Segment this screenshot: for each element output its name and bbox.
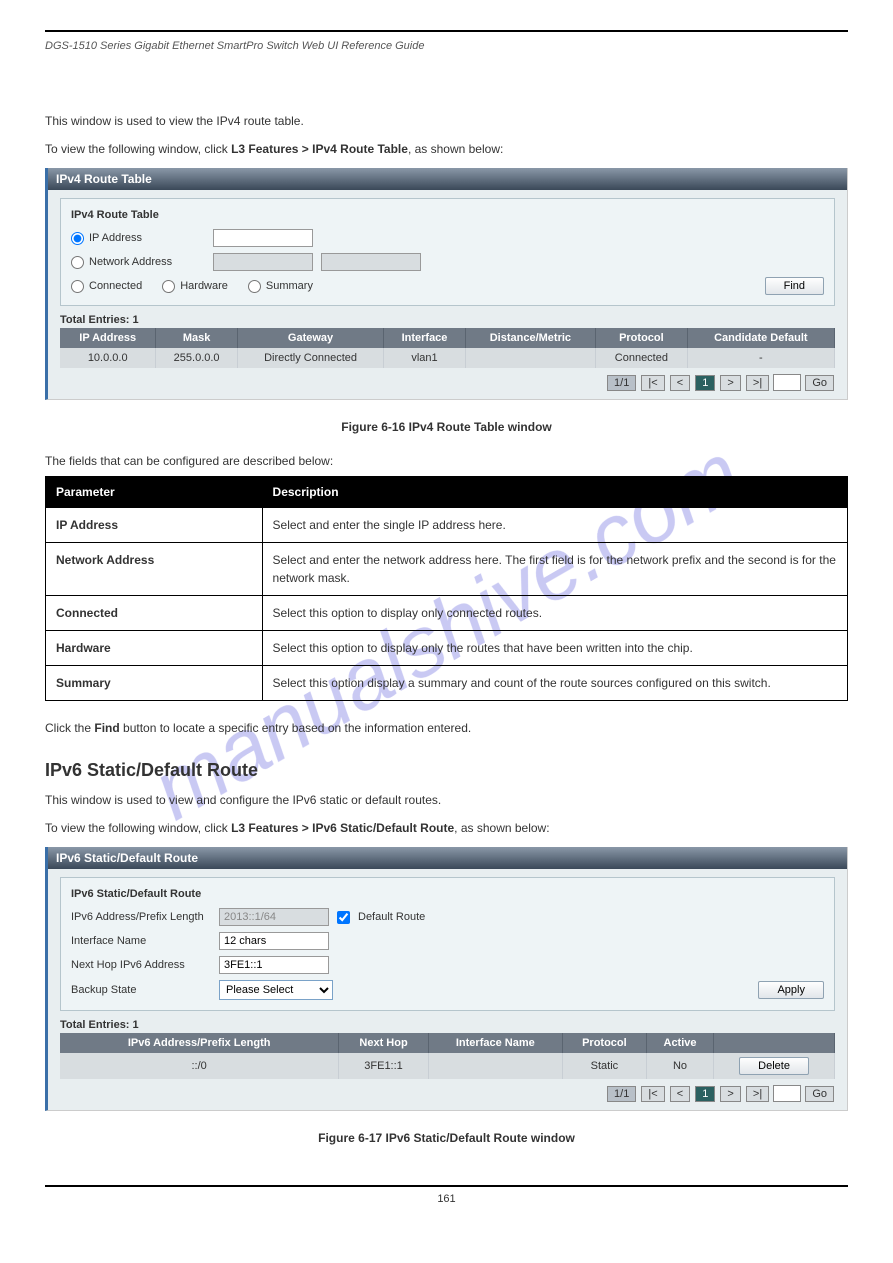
pager-page-input[interactable] [773, 374, 801, 391]
apply-button[interactable]: Apply [758, 981, 824, 999]
pager-next-icon[interactable]: > [720, 375, 740, 391]
pager-last-icon[interactable]: >| [746, 1086, 769, 1102]
pager-last-icon[interactable]: >| [746, 375, 769, 391]
panel1-fieldset: IPv4 Route Table IP Address Network Addr… [60, 198, 835, 306]
next-hop-input[interactable] [219, 956, 329, 974]
backup-state-select[interactable]: Please Select [219, 980, 333, 1000]
figure1-caption: Figure 6-16 IPv4 Route Table window [45, 420, 848, 434]
radio-hardware[interactable] [162, 280, 175, 293]
ipv4-route-panel: IPv4 Route Table IPv4 Route Table IP Add… [45, 168, 848, 400]
radio-network-address[interactable] [71, 256, 84, 269]
panel1-pager: 1/1 |< < 1 > >| Go [60, 374, 835, 391]
pager-pages: 1/1 [607, 375, 636, 391]
intro-desc: This window is used to view the IPv4 rou… [45, 112, 848, 130]
ipv6-address-input[interactable] [219, 908, 329, 926]
panel1-title: IPv4 Route Table [48, 168, 847, 190]
delete-button[interactable]: Delete [739, 1057, 809, 1075]
table-header-row: IP Address Mask Gateway Interface Distan… [60, 328, 835, 348]
network-prefix-input[interactable] [213, 253, 313, 271]
page-number: 161 [45, 1187, 848, 1205]
ipv6-route-table: IPv6 Address/Prefix Length Next Hop Inte… [60, 1033, 835, 1079]
pager-page-input[interactable] [773, 1085, 801, 1102]
network-mask-input[interactable] [321, 253, 421, 271]
section2-title: IPv6 Static/Default Route [45, 760, 848, 781]
interface-name-input[interactable] [219, 932, 329, 950]
pager-next-icon[interactable]: > [720, 1086, 740, 1102]
ip-address-input[interactable] [213, 229, 313, 247]
pager-go-button[interactable]: Go [805, 375, 834, 391]
table-header-row: IPv6 Address/Prefix Length Next Hop Inte… [60, 1033, 835, 1053]
panel1-total: Total Entries: 1 [60, 314, 835, 326]
panel1-legend: IPv4 Route Table [71, 209, 824, 221]
pager-current[interactable]: 1 [695, 1086, 715, 1102]
intro-nav: To view the following window, click L3 F… [45, 140, 848, 158]
panel2-fieldset: IPv6 Static/Default Route IPv6 Address/P… [60, 877, 835, 1011]
panel2-legend: IPv6 Static/Default Route [71, 888, 824, 900]
pager-current[interactable]: 1 [695, 375, 715, 391]
pager-first-icon[interactable]: |< [641, 375, 664, 391]
panel2-pager: 1/1 |< < 1 > >| Go [60, 1085, 835, 1102]
page-header: DGS-1510 Series Gigabit Ethernet SmartPr… [45, 40, 848, 52]
pager-go-button[interactable]: Go [805, 1086, 834, 1102]
pager-pages: 1/1 [607, 1086, 636, 1102]
pager-prev-icon[interactable]: < [670, 375, 690, 391]
header-rule [45, 30, 848, 32]
pager-prev-icon[interactable]: < [670, 1086, 690, 1102]
ipv4-route-table: IP Address Mask Gateway Interface Distan… [60, 328, 835, 368]
parameter-table: ParameterDescription IP AddressSelect an… [45, 476, 848, 701]
figure2-caption: Figure 6-17 IPv6 Static/Default Route wi… [45, 1131, 848, 1145]
header-left: DGS-1510 Series Gigabit Ethernet SmartPr… [45, 40, 424, 52]
radio-summary[interactable] [248, 280, 261, 293]
find-button[interactable]: Find [765, 277, 824, 295]
section2-desc: This window is used to view and configur… [45, 791, 848, 809]
section2-nav: To view the following window, click L3 F… [45, 819, 848, 837]
default-route-checkbox[interactable] [337, 911, 350, 924]
panel2-total: Total Entries: 1 [60, 1019, 835, 1031]
radio-connected[interactable] [71, 280, 84, 293]
pager-first-icon[interactable]: |< [641, 1086, 664, 1102]
panel2-title: IPv6 Static/Default Route [48, 847, 847, 869]
find-note: Click the Find button to locate a specif… [45, 721, 848, 735]
radio-ip-address[interactable] [71, 232, 84, 245]
ipv6-route-panel: IPv6 Static/Default Route IPv6 Static/De… [45, 847, 848, 1111]
table-row: 10.0.0.0 255.0.0.0 Directly Connected vl… [60, 348, 835, 368]
table-row: ::/0 3FE1::1 Static No Delete [60, 1053, 835, 1079]
param-intro: The fields that can be configured are de… [45, 454, 848, 468]
